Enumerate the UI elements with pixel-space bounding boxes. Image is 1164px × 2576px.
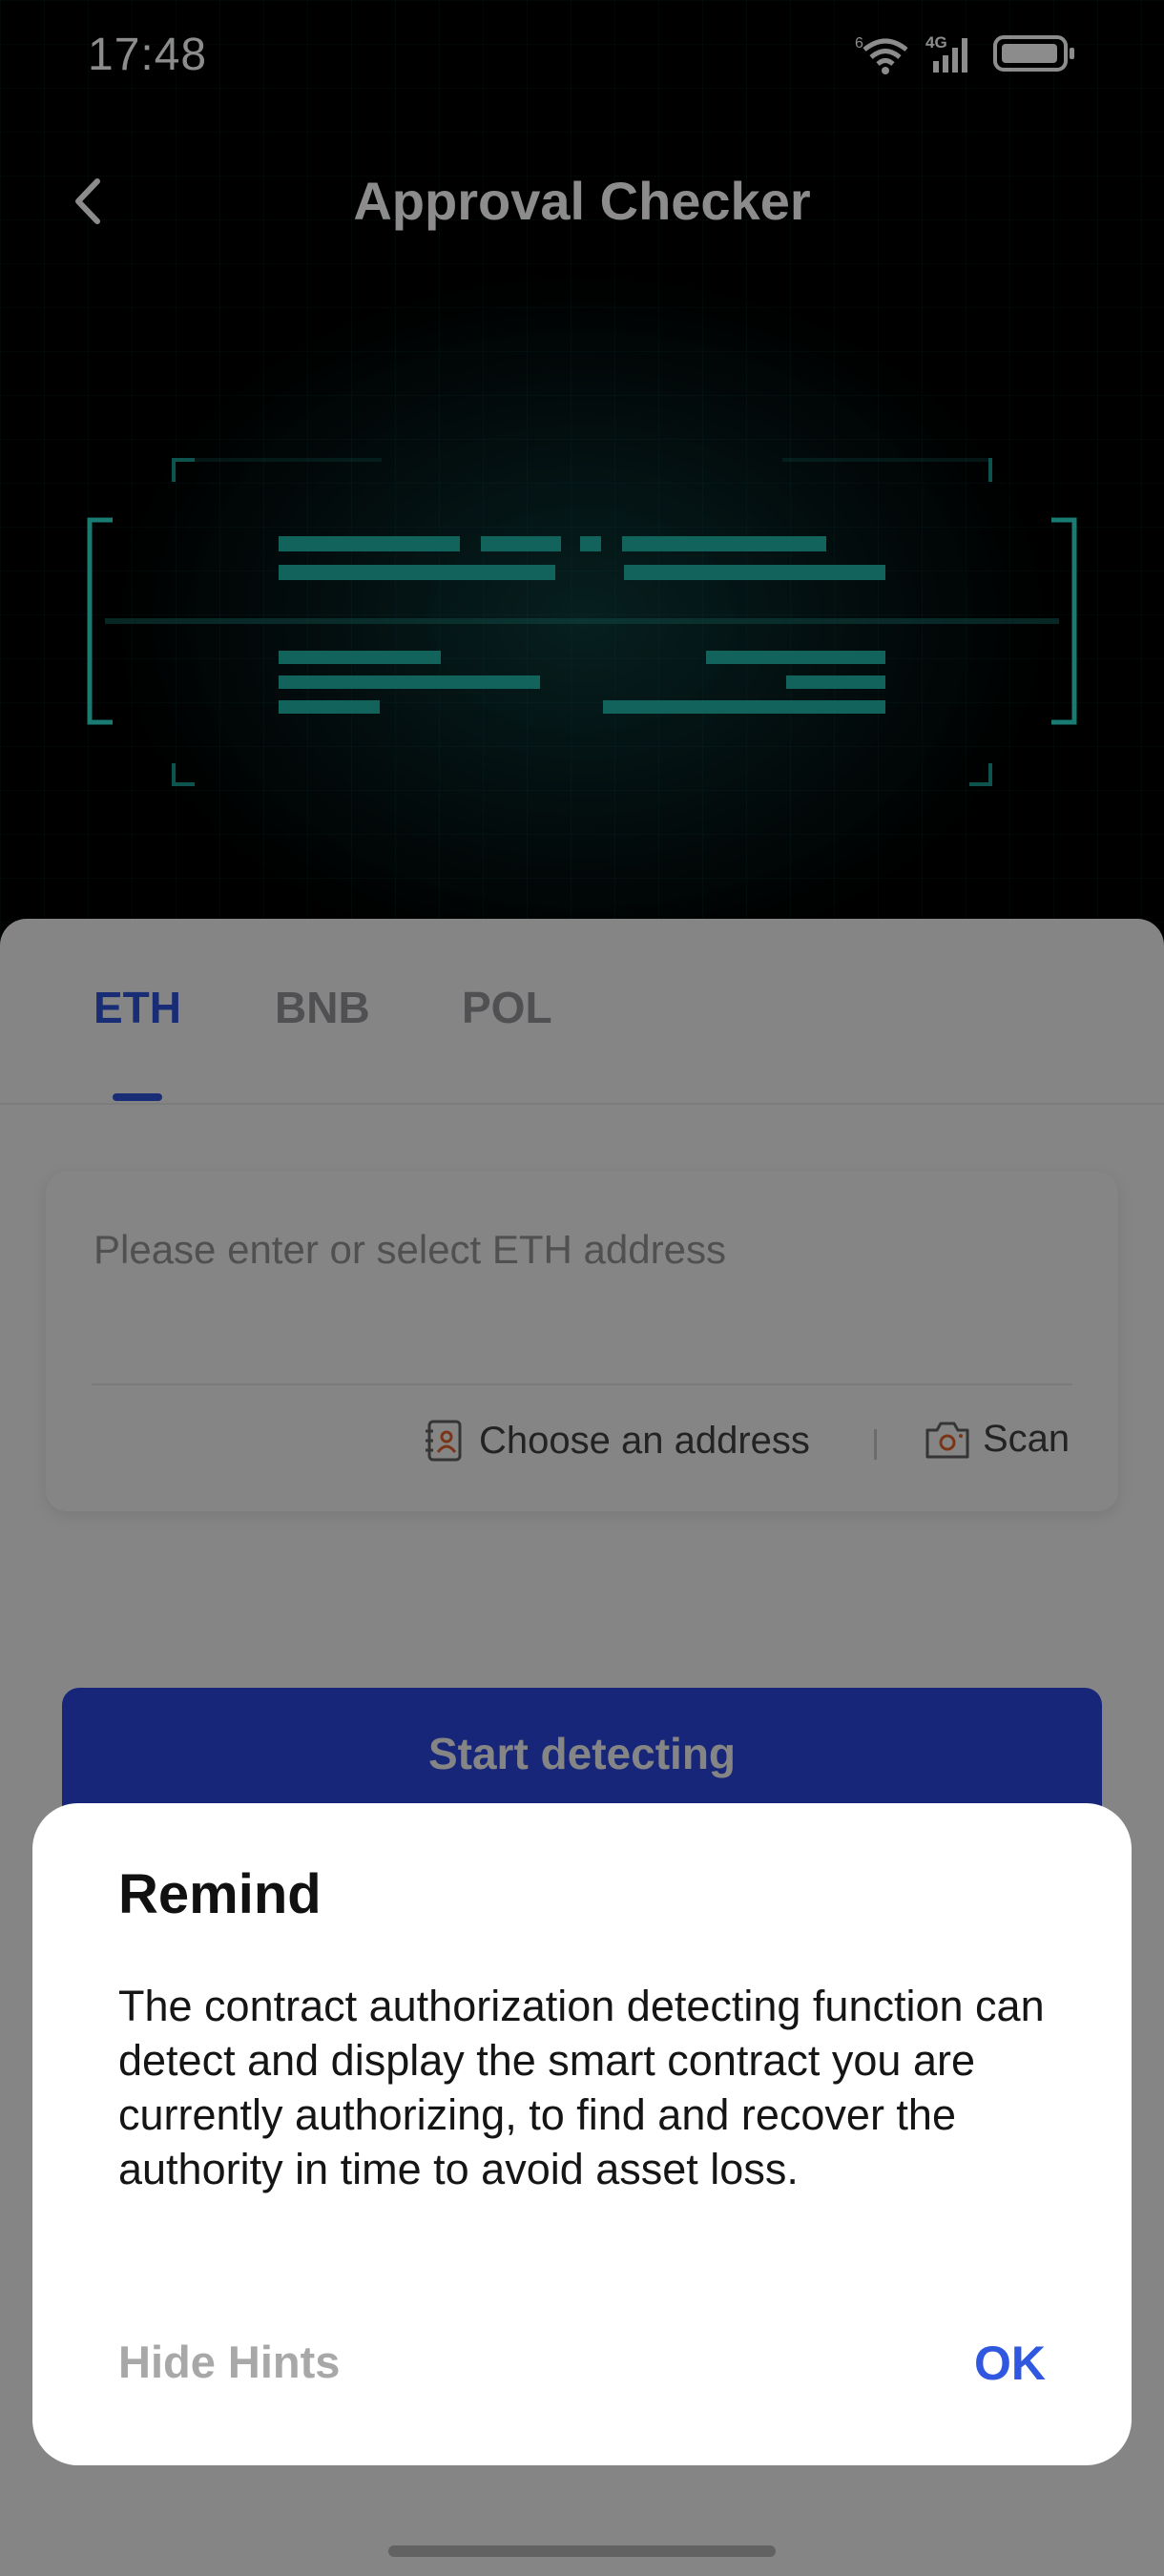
remind-dialog: Remind The contract authorization detect… <box>32 1803 1132 2465</box>
ok-button[interactable]: OK <box>974 2336 1046 2391</box>
modal-backdrop-top[interactable] <box>0 0 1164 919</box>
hide-hints-button[interactable]: Hide Hints <box>118 2336 340 2388</box>
dialog-title: Remind <box>118 1863 322 1925</box>
dialog-message: The contract authorization detecting fun… <box>118 1982 1045 2193</box>
